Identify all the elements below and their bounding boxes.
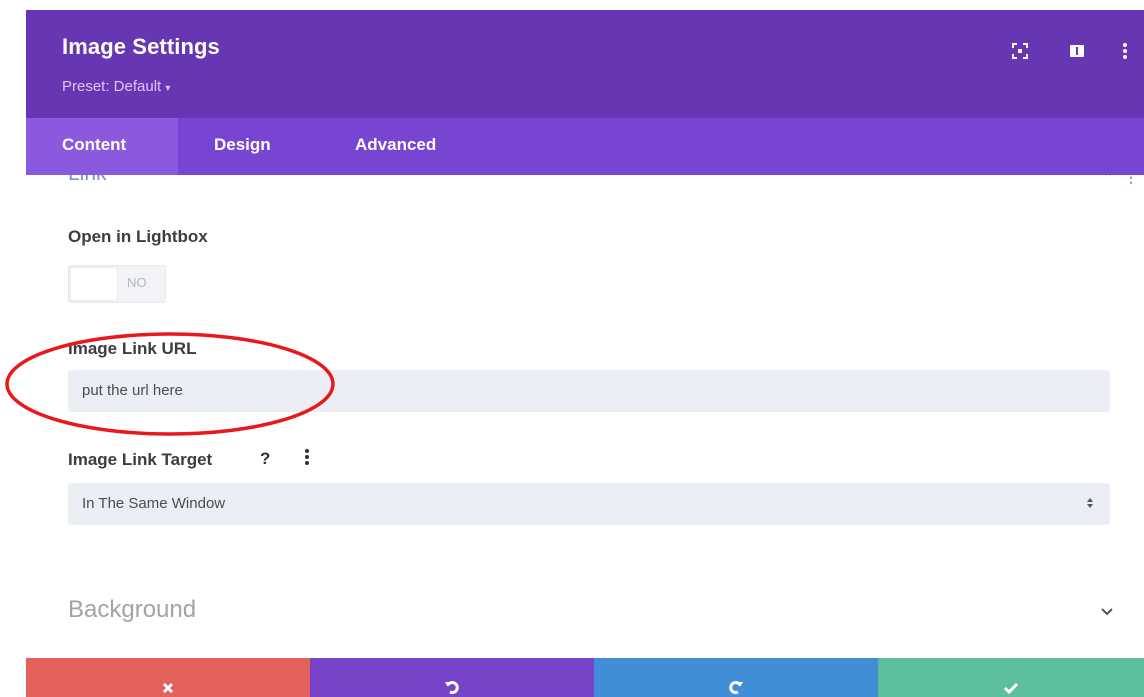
undo-icon [445,681,459,695]
undo-button[interactable] [310,658,594,697]
target-select[interactable]: In The Same Window [68,483,1110,525]
save-button[interactable] [878,658,1144,697]
modal-title: Image Settings [62,34,220,59]
url-label: Image Link URL [68,339,197,358]
split-view-icon[interactable] [1066,40,1088,62]
section-link-title[interactable]: Link [68,175,107,186]
select-arrows-icon [1086,495,1094,516]
tab-advanced[interactable]: Advanced [355,118,436,175]
check-icon [1003,682,1019,695]
preset-label: Preset: Default [62,78,162,95]
help-icon[interactable]: ? [260,449,270,469]
fullscreen-icon[interactable] [1009,40,1031,62]
target-select-value: In The Same Window [82,495,226,512]
section-controls[interactable]: ⌃ ⋮ [1102,175,1138,186]
url-input[interactable]: put the url here [68,370,1110,412]
lightbox-label: Open in Lightbox [68,227,208,246]
preset-dropdown[interactable]: Preset: Default ▾ [62,78,170,95]
action-bar [26,658,1144,697]
field-options-icon[interactable] [304,448,310,471]
cancel-button[interactable] [26,658,310,697]
close-icon [162,682,174,694]
settings-tabs: Content Design Advanced [26,118,1144,175]
tab-content[interactable]: Content [26,118,178,175]
toggle-knob [71,268,117,300]
target-label: Image Link Target [68,450,213,469]
chevron-down-icon[interactable] [1100,604,1114,622]
toggle-state-text: NO [127,275,147,290]
redo-icon [729,681,743,695]
redo-button[interactable] [594,658,878,697]
settings-body: Link ⌃ ⋮ Open in Lightbox NO Image Link … [26,175,1144,658]
more-options-icon[interactable] [1114,40,1136,62]
section-background-title[interactable]: Background [68,596,196,624]
section-more-icon[interactable]: ⋮ [1124,175,1138,185]
tab-design[interactable]: Design [214,118,271,175]
chevron-up-icon[interactable]: ⌃ [1102,175,1114,185]
lightbox-toggle[interactable]: NO [68,265,166,303]
settings-header: Image Settings Preset: Default ▾ [26,10,1144,118]
url-input-value: put the url here [82,382,183,399]
caret-down-icon: ▾ [165,83,171,94]
